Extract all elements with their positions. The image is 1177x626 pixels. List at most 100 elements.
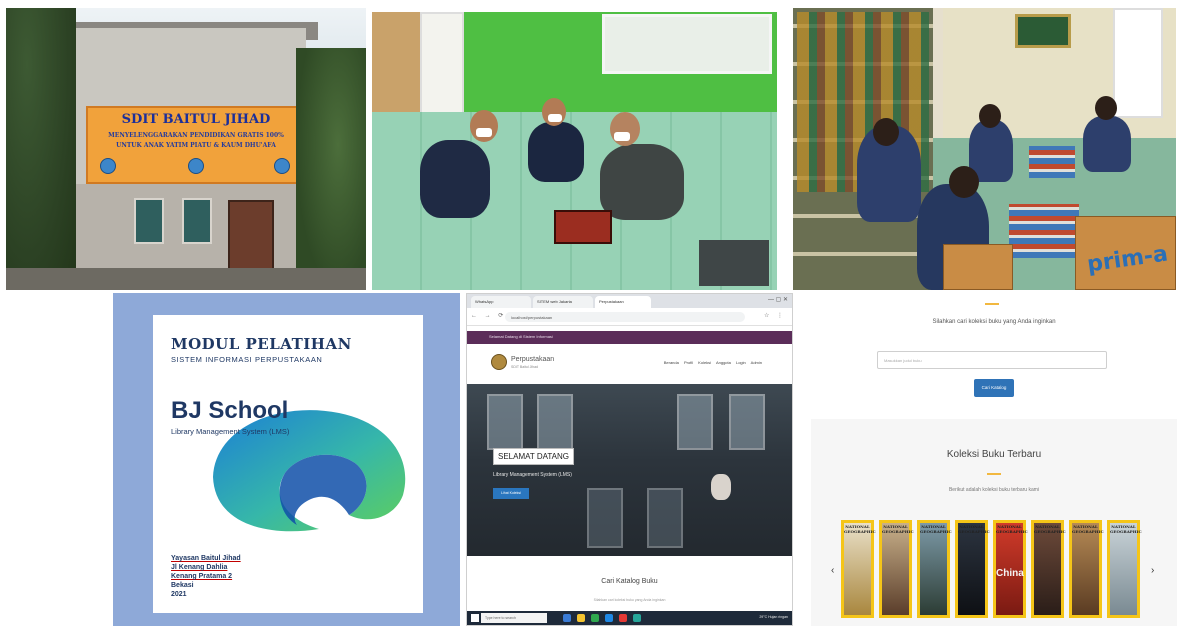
book-stack <box>1009 204 1079 258</box>
banner-logo-icon <box>274 158 290 174</box>
school-banner: SDIT BAITUL JIHAD MENYELENGGARAKAN PENDI… <box>86 106 306 184</box>
person <box>600 144 684 220</box>
module-title: MODUL PELATIHAN <box>171 335 352 353</box>
footer-address: Jl Kenang Dahlia <box>171 564 228 571</box>
magazine-title: NATIONAL GEOGRAPHIC <box>1072 524 1104 534</box>
person-head <box>470 110 498 142</box>
browser-tab-active[interactable]: Perpustakaan <box>595 296 651 308</box>
banner-line: MENYELENGGARAKAN PENDIDIKAN GRATIS 100% <box>108 132 284 139</box>
chevron-right-icon[interactable]: › <box>1151 565 1154 576</box>
magazine-cover[interactable]: NATIONAL GEOGRAPHIC <box>879 520 914 618</box>
magazine-cover[interactable]: NATIONAL GEOGRAPHIC <box>1107 520 1142 618</box>
catalog-search-button[interactable]: Cari Katalog <box>974 379 1014 397</box>
chrome-icon[interactable] <box>591 614 599 622</box>
footer-city: Bekasi <box>171 582 194 589</box>
brand-name: BJ School <box>171 397 289 424</box>
module-cover-page: MODUL PELATIHAN SISTEM INFORMASI PERPUST… <box>153 315 423 613</box>
person <box>420 140 490 218</box>
latest-collection-section: Koleksi Buku Terbaru Berikut adalah kole… <box>811 419 1177 626</box>
system-tray[interactable]: 29°C Hujan ringan <box>759 615 788 619</box>
hero-banner: SELAMAT DATANG Library Management System… <box>467 384 792 556</box>
magazine-title: NATIONAL GEOGRAPHIC <box>882 524 914 534</box>
site-name[interactable]: Perpustakaan <box>511 356 554 363</box>
person-head <box>949 166 979 198</box>
file-explorer-icon[interactable] <box>577 614 585 622</box>
magazine-title: NATIONAL GEOGRAPHIC <box>920 524 952 534</box>
edge-icon[interactable] <box>605 614 613 622</box>
module-cover-panel: MODUL PELATIHAN SISTEM INFORMASI PERPUST… <box>113 293 460 626</box>
bag <box>699 240 769 286</box>
laptop <box>554 210 612 244</box>
hero-window <box>487 394 523 450</box>
magazine-title: NATIONAL GEOGRAPHIC <box>1110 524 1142 534</box>
window <box>602 14 772 74</box>
magazine-headline: China <box>996 568 1024 579</box>
hero-window <box>647 488 683 548</box>
window-controls-icon[interactable]: — ▢ ✕ <box>768 296 788 303</box>
lamp <box>711 474 731 500</box>
magazine-cover[interactable]: NATIONAL GEOGRAPHIC <box>841 520 876 618</box>
collection-title: Koleksi Buku Terbaru <box>946 449 1042 460</box>
face-mask <box>548 114 562 122</box>
hero-subtitle: Library Management System (LMS) <box>493 472 572 478</box>
hero-window <box>537 394 573 450</box>
magazine-cover[interactable]: NATIONAL GEOGRAPHIC <box>1069 520 1104 618</box>
door <box>1113 8 1163 118</box>
app-icon[interactable] <box>619 614 627 622</box>
cardboard-box <box>943 244 1013 290</box>
site-logo-icon[interactable] <box>491 354 507 370</box>
footer-year: 2021 <box>171 591 187 598</box>
section-divider <box>985 303 999 305</box>
taskbar-search[interactable]: Type here to search <box>481 613 547 623</box>
hero-button[interactable]: Lihat Koleksi <box>493 488 529 499</box>
site-navbar: Perpustakaan SDIT Baitul Jihad Beranda P… <box>467 344 792 382</box>
hero-window <box>587 488 623 548</box>
brand-subtitle: Library Management System (LMS) <box>171 427 290 436</box>
ground <box>6 268 366 290</box>
catalog-search-text: Silahkan cari koleksi buku yang Anda ing… <box>932 319 1056 325</box>
person <box>528 122 584 182</box>
site-subtitle: SDIT Baitul Jihad <box>511 365 538 369</box>
wall-frame <box>1015 14 1071 48</box>
magazine-cover[interactable]: NATIONAL GEOGRAPHIC China <box>993 520 1028 618</box>
magazine-title: NATIONAL GEOGRAPHIC <box>996 524 1028 534</box>
browser-screenshot: WhatsApp SITEM web Jakarta Perpustakaan … <box>466 293 793 626</box>
magazine-cover[interactable]: NATIONAL GEOGRAPHIC <box>917 520 952 618</box>
catalog-search-input[interactable]: Masukkan judul buku <box>877 351 1107 369</box>
chevron-left-icon[interactable]: ‹ <box>831 565 834 576</box>
tree <box>6 8 76 290</box>
start-icon[interactable] <box>471 614 479 622</box>
site-lower-sections: Silahkan cari koleksi buku yang Anda ing… <box>811 293 1177 626</box>
task-view-icon[interactable] <box>563 614 571 622</box>
footer-address: Kenang Pratama 2 <box>171 573 233 580</box>
face-mask <box>614 132 630 141</box>
banner-logo-icon <box>100 158 116 174</box>
banner-title: SDIT BAITUL JIHAD <box>121 112 271 127</box>
person-head <box>979 104 1001 128</box>
banner-logo-icon <box>188 158 204 174</box>
person-head <box>873 118 899 146</box>
app-icon[interactable] <box>633 614 641 622</box>
module-subtitle: SISTEM INFORMASI PERPUSTAKAAN <box>171 355 323 364</box>
section-divider <box>987 473 1001 475</box>
browser-tab[interactable]: SITEM web Jakarta <box>533 296 593 308</box>
magazine-title: NATIONAL GEOGRAPHIC <box>958 524 990 534</box>
topbar-text: Selamat Datang di Sistem Informasi <box>489 334 553 339</box>
nav-arrows-icon[interactable]: ← → ⟳ <box>471 312 506 319</box>
banner-line: UNTUK ANAK YATIM PIATU & KAUM DHU'AFA <box>116 142 276 149</box>
browser-tab-strip: WhatsApp SITEM web Jakarta Perpustakaan … <box>467 294 792 308</box>
footer-org: Yayasan Baitul Jihad <box>171 555 241 562</box>
magazine-cover[interactable]: NATIONAL GEOGRAPHIC <box>1031 520 1066 618</box>
photo-library-cataloging: prim-a <box>793 8 1176 290</box>
magazine-cover[interactable]: NATIONAL GEOGRAPHIC <box>955 520 990 618</box>
browser-menu-icon[interactable]: ☆ ⋮ <box>764 312 786 319</box>
hero-title: SELAMAT DATANG <box>493 448 574 465</box>
nav-links[interactable]: Beranda Profil Koleksi Anggota Login Adm… <box>664 360 762 365</box>
browser-tab[interactable]: WhatsApp <box>471 296 531 308</box>
catalog-title: Cari Katalog Buku <box>601 578 658 585</box>
windows-taskbar: Type here to search 29°C Hujan ringan <box>467 611 792 625</box>
catalog-subtitle: Silahkan cari koleksi buku yang Anda ing… <box>593 598 666 602</box>
address-bar: ← → ⟳ localhost/perpustakaan ☆ ⋮ <box>467 308 792 326</box>
window <box>134 198 164 244</box>
url-field[interactable]: localhost/perpustakaan <box>505 312 745 322</box>
